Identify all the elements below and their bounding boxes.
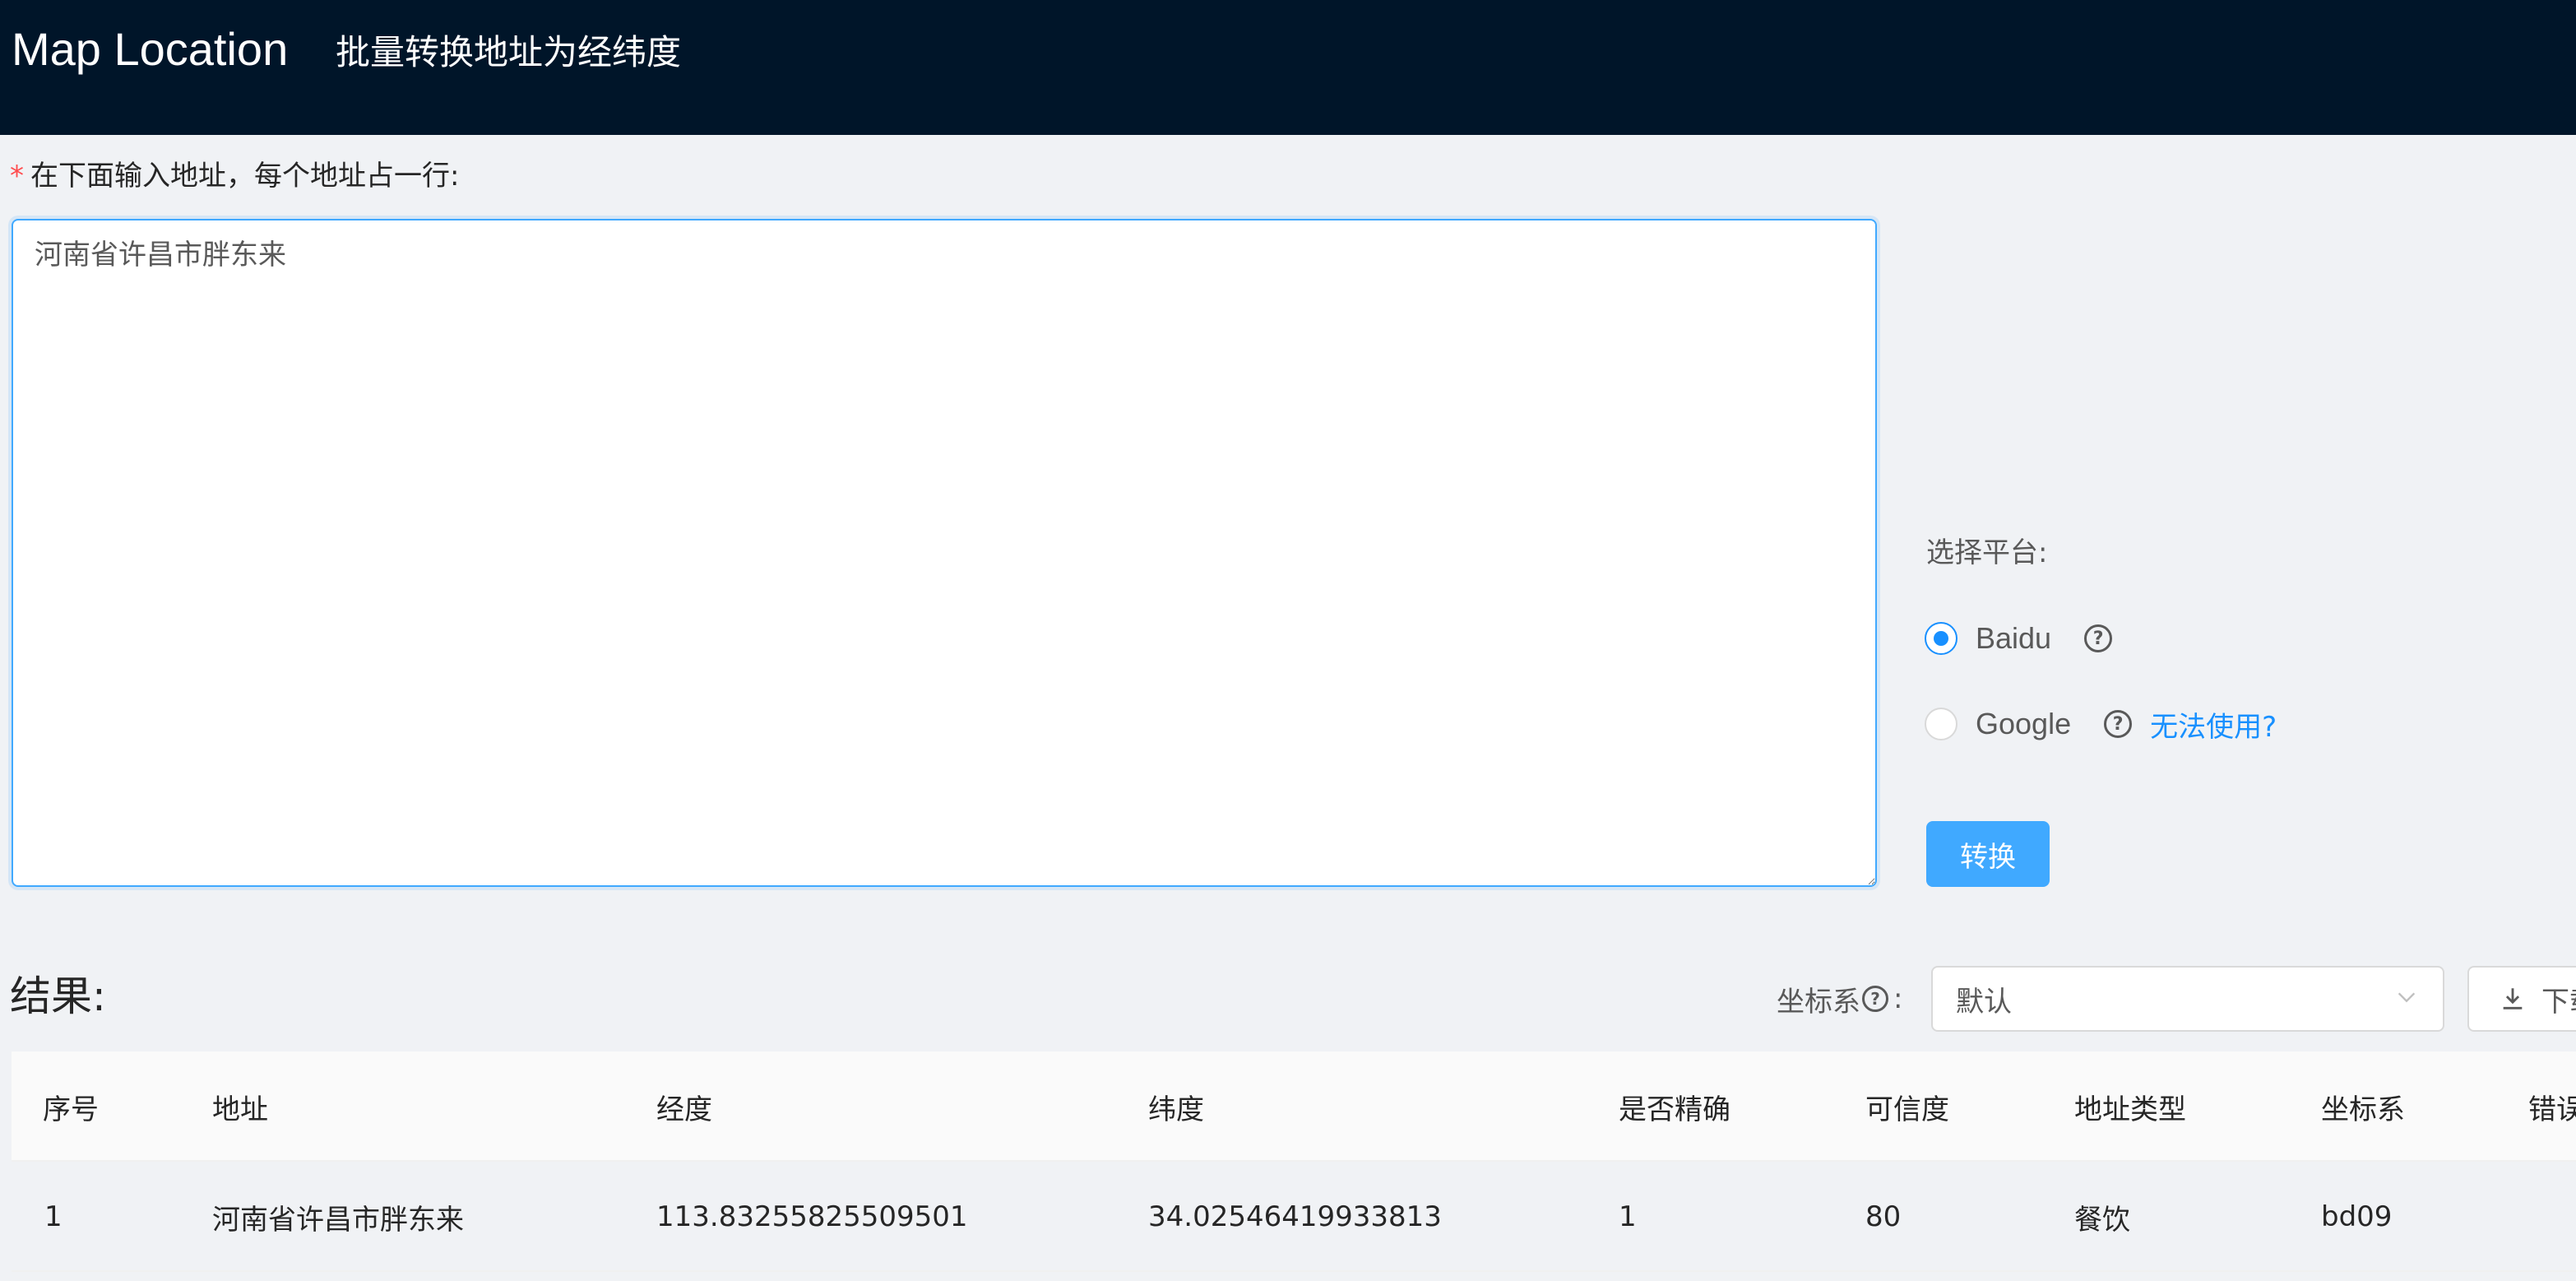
address-label-text: 在下面输入地址，每个地址占一行:: [30, 160, 460, 193]
app-title[interactable]: Map Location: [12, 20, 288, 79]
coord-system-label: 坐标系 ? :: [1777, 981, 1903, 1019]
results-title: 结果:: [10, 972, 106, 1020]
radio-button-baidu[interactable]: [1925, 622, 1957, 655]
platform-label: 选择平台:: [1926, 536, 2048, 569]
address-input-label: * 在下面输入地址，每个地址占一行:: [10, 158, 459, 194]
column-header: 纬度: [1148, 1093, 1204, 1126]
radio-label-baidu[interactable]: Baidu: [1976, 621, 2051, 656]
coord-system-label-colon: :: [1893, 982, 1903, 1015]
cannot-use-link[interactable]: 无法使用?: [2150, 704, 2277, 745]
column-header: 序号: [43, 1093, 99, 1126]
radio-google[interactable]: Google ? 无法使用?: [1925, 704, 2277, 744]
column-header: 可信度: [1865, 1093, 1949, 1126]
app-header: Map Location 批量转换地址为经纬度: [0, 0, 2576, 135]
table-cell: bd09: [2321, 1200, 2393, 1233]
column-header: 坐标系: [2321, 1093, 2405, 1126]
required-mark: *: [10, 160, 24, 193]
question-circle-icon[interactable]: ?: [2084, 624, 2113, 652]
radio-label-google[interactable]: Google: [1976, 707, 2071, 741]
table-cell: 113.83255825509501: [656, 1200, 968, 1233]
download-button[interactable]: 下载: [2467, 966, 2576, 1032]
column-header: 是否精确: [1619, 1093, 1730, 1126]
question-circle-icon[interactable]: ?: [1862, 986, 1888, 1012]
app-subtitle: 批量转换地址为经纬度: [336, 32, 682, 72]
table-row: 1 河南省许昌市胖东来 113.83255825509501 34.025464…: [12, 1162, 2576, 1272]
results-table: 序号 地址 经度 纬度 是否精确 可信度 地址类型 坐标系 错误 1 河南省许昌…: [12, 1051, 2576, 1272]
convert-button[interactable]: 转换: [1926, 821, 2050, 887]
table-cell: 34.02546419933813: [1148, 1200, 1442, 1233]
chevron-down-icon: [2398, 992, 2416, 1003]
coord-system-select-value: 默认: [1956, 985, 2012, 1019]
radio-button-google[interactable]: [1925, 708, 1957, 740]
coord-system-select[interactable]: 默认: [1931, 966, 2444, 1032]
download-label: 下载: [2541, 985, 2576, 1019]
coord-system-label-text: 坐标系: [1777, 985, 1860, 1019]
table-cell: 餐饮: [2074, 1203, 2130, 1237]
table-cell: 河南省许昌市胖东来: [212, 1203, 464, 1237]
column-header: 地址类型: [2074, 1093, 2186, 1126]
column-header: 经度: [656, 1093, 712, 1126]
column-header: 地址: [212, 1093, 268, 1126]
address-textarea[interactable]: 河南省许昌市胖东来: [12, 219, 1877, 887]
question-circle-icon[interactable]: ?: [2104, 710, 2133, 738]
table-cell: 80: [1865, 1200, 1902, 1233]
table-header-row: 序号 地址 经度 纬度 是否精确 可信度 地址类型 坐标系 错误: [12, 1051, 2576, 1162]
table-cell: 1: [44, 1200, 63, 1233]
table-cell: 1: [1619, 1200, 1637, 1233]
column-header: 错误: [2528, 1093, 2576, 1126]
download-icon: [2503, 988, 2523, 1009]
radio-baidu[interactable]: Baidu ?: [1925, 619, 2113, 658]
